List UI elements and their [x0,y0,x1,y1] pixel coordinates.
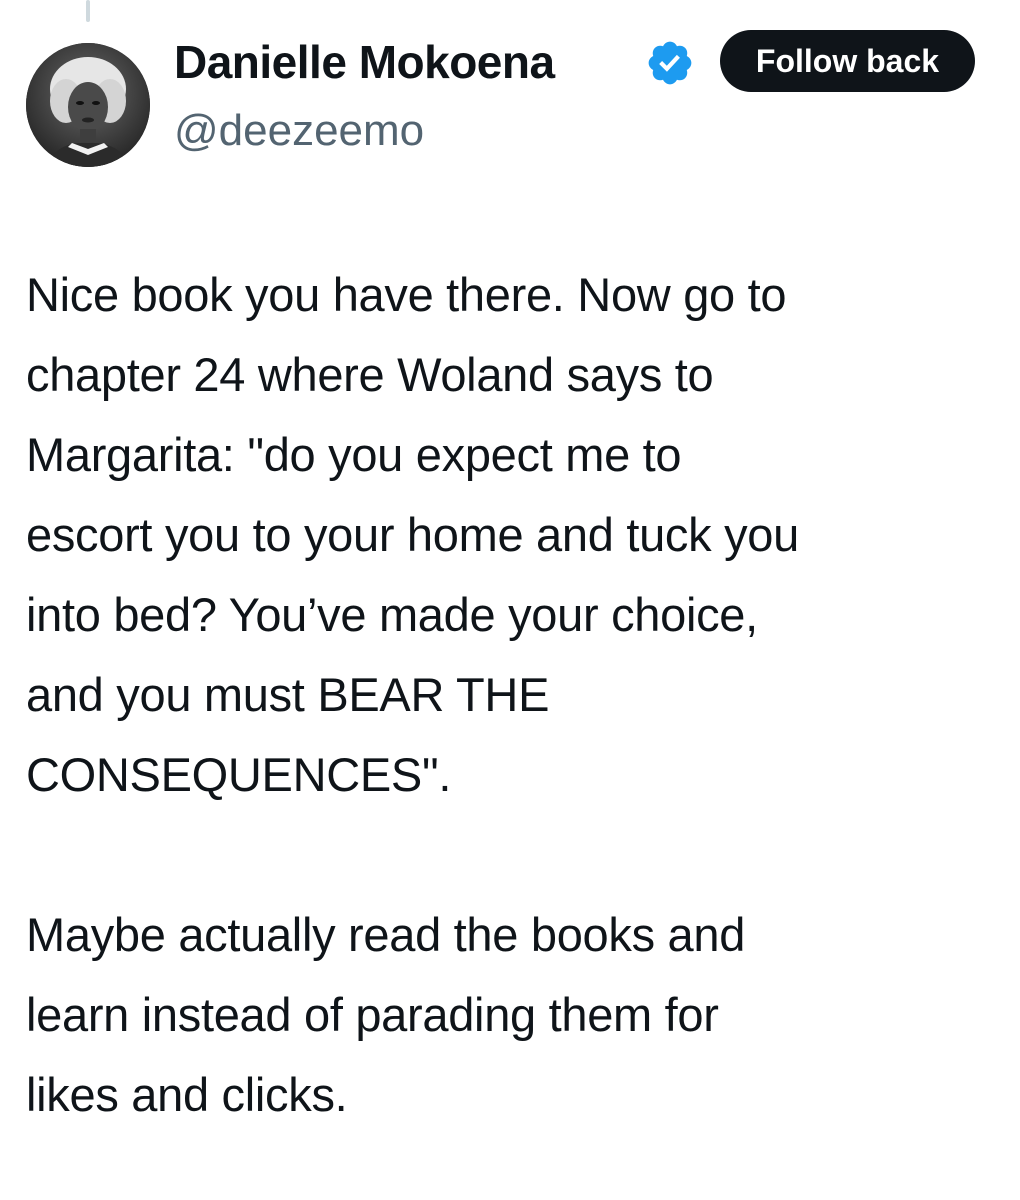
verified-badge-icon [648,41,692,85]
avatar[interactable] [26,43,150,167]
tweet-paragraph: Maybe actually read the books and learn … [26,908,746,1121]
tweet-body: Nice book you have there. Now go to chap… [26,255,1001,1135]
thread-connector-line [86,0,90,22]
follow-back-button[interactable]: Follow back [720,30,975,92]
avatar-image [26,43,150,167]
author-display-name[interactable]: Danielle Mokoena [174,35,555,89]
author-handle[interactable]: @deezeemo [174,106,424,156]
tweet-paragraph: Nice book you have there. Now go to chap… [26,268,799,801]
